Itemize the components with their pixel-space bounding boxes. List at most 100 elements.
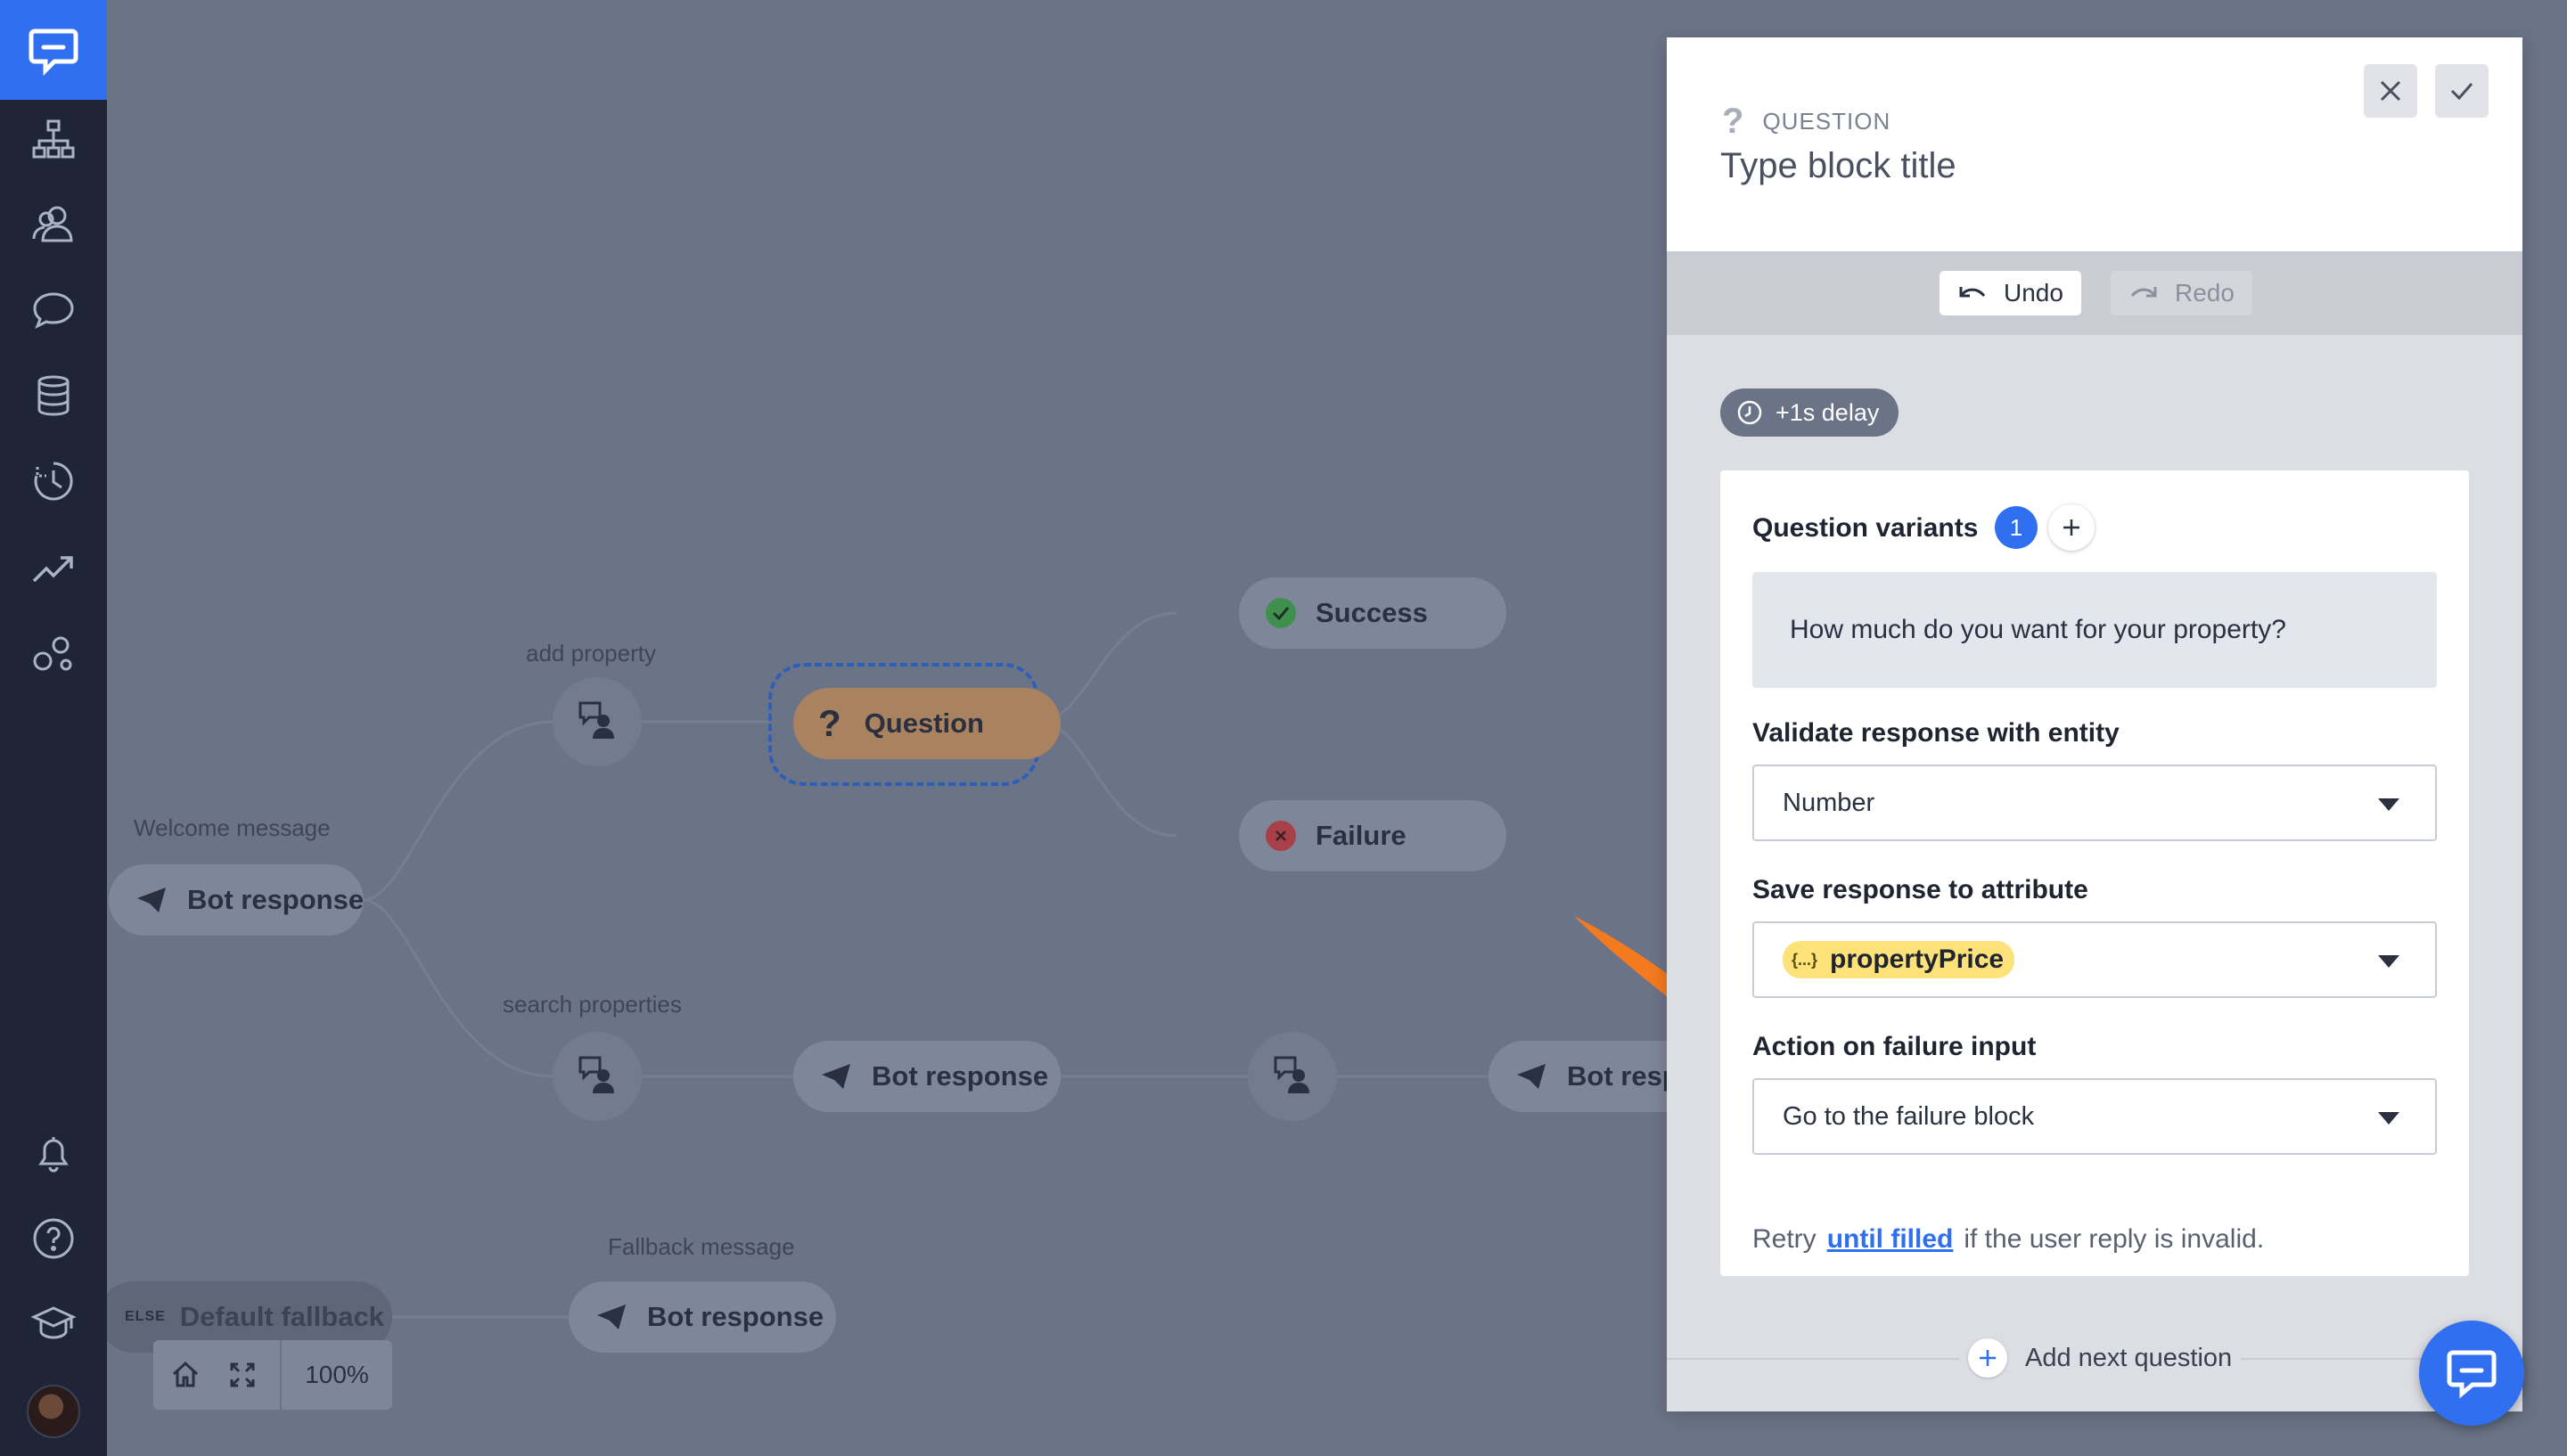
search-bot-response-node[interactable]: Bot response — [793, 1041, 1061, 1112]
home-icon[interactable] — [157, 1340, 214, 1410]
node-title: Bot response — [187, 884, 365, 915]
users-icon[interactable] — [27, 198, 80, 251]
academy-icon[interactable] — [27, 1297, 80, 1351]
chevron-down-icon — [2378, 1112, 2399, 1125]
check-icon — [1266, 598, 1296, 628]
question-variant-input[interactable]: How much do you want for your property? — [1752, 572, 2437, 688]
undo-button[interactable]: Undo — [1940, 271, 2081, 315]
node-title: Question — [864, 708, 984, 739]
chat-widget-button[interactable] — [2419, 1321, 2524, 1426]
success-node[interactable]: Success — [1239, 577, 1506, 649]
help-icon[interactable] — [27, 1212, 80, 1265]
retry-suffix: if the user reply is invalid. — [1964, 1224, 2265, 1254]
undo-icon — [1959, 287, 1986, 298]
question-icon: ? — [818, 702, 841, 744]
variants-label: Question variants — [1752, 513, 1979, 543]
plus-icon — [2063, 519, 2079, 536]
chat-icon — [2447, 1350, 2497, 1399]
failure-action-select[interactable]: Go to the failure block — [1752, 1078, 2437, 1155]
save-attribute-label: Save response to attribute — [1752, 875, 2088, 904]
close-button[interactable] — [2364, 64, 2417, 118]
node-title: Bot resp — [1567, 1060, 1667, 1092]
search-properties-label: search properties — [503, 991, 682, 1018]
chat-icon[interactable] — [27, 283, 80, 337]
chevron-down-icon — [2378, 798, 2399, 811]
fit-screen-icon[interactable] — [214, 1340, 271, 1410]
validate-label: Validate response with entity — [1752, 718, 2120, 748]
user-input-node[interactable] — [553, 677, 642, 766]
delay-badge[interactable]: +1s delay — [1720, 389, 1899, 437]
add-next-question-button[interactable]: Add next question — [1959, 1338, 2242, 1378]
failure-action-label: Action on failure input — [1752, 1032, 2037, 1061]
failure-node[interactable]: Failure — [1239, 800, 1506, 871]
zoom-controls: 100% — [153, 1340, 392, 1410]
node-title: Success — [1316, 597, 1428, 628]
flow-icon[interactable] — [27, 112, 80, 166]
redo-label: Redo — [2175, 279, 2235, 307]
logo-icon[interactable] — [0, 0, 107, 100]
block-editor-panel: ? QUESTION Type block title Undo Redo +1… — [1667, 37, 2522, 1411]
question-icon: ? — [1722, 102, 1745, 141]
database-icon[interactable] — [27, 369, 80, 422]
fallback-label: Fallback message — [608, 1233, 795, 1260]
attribute-icon: {...} — [1792, 950, 1818, 969]
redo-button[interactable]: Redo — [2111, 271, 2252, 315]
add-variant-button[interactable] — [2048, 504, 2095, 551]
avatar[interactable] — [27, 1385, 80, 1438]
entity-select[interactable]: Number — [1752, 765, 2437, 841]
block-title-input[interactable]: Type block title — [1720, 146, 1956, 186]
user-input-icon — [575, 1052, 619, 1101]
user-input-node[interactable] — [1248, 1032, 1337, 1121]
node-title: Default fallback — [179, 1301, 384, 1332]
node-title: Bot response — [872, 1060, 1049, 1092]
analytics-icon[interactable] — [27, 540, 80, 593]
retry-mode-link[interactable]: until filled — [1827, 1224, 1954, 1254]
chevron-down-icon — [2378, 955, 2399, 968]
undo-label: Undo — [2004, 279, 2063, 307]
question-node[interactable]: ? Question — [793, 688, 1061, 759]
attribute-select[interactable]: {...} propertyPrice — [1752, 921, 2437, 998]
fallback-bot-response-node[interactable]: Bot response — [569, 1281, 836, 1353]
failure-action-value: Go to the failure block — [1783, 1101, 2035, 1131]
user-input-icon — [1270, 1052, 1315, 1101]
zoom-level[interactable]: 100% — [282, 1361, 392, 1389]
sidebar — [0, 0, 107, 1456]
block-type: ? QUESTION — [1722, 102, 1890, 142]
variants-count-badge: 1 — [1995, 506, 2038, 549]
user-input-icon — [575, 698, 619, 747]
search-bot-response-node-2[interactable]: Bot resp — [1489, 1041, 1667, 1112]
close-icon — [2380, 80, 2401, 102]
user-input-node[interactable] — [553, 1032, 642, 1121]
add-next-question: Add next question — [1667, 1322, 2522, 1394]
confirm-button[interactable] — [2435, 64, 2489, 118]
flow-canvas[interactable]: Welcome message Bot response add propert… — [107, 0, 1667, 1456]
block-type-label: QUESTION — [1762, 108, 1891, 135]
panel-header: ? QUESTION Type block title — [1667, 37, 2522, 251]
delay-label: +1s delay — [1776, 398, 1880, 426]
send-icon — [595, 1303, 627, 1331]
add-property-label: add property — [526, 640, 656, 667]
history-icon[interactable] — [27, 454, 80, 508]
node-title: Bot response — [647, 1301, 824, 1332]
else-tag: ELSE — [125, 1309, 166, 1324]
add-next-question-label: Add next question — [2025, 1343, 2233, 1372]
close-icon — [1266, 821, 1296, 851]
node-title: Failure — [1316, 820, 1407, 851]
check-icon — [2450, 83, 2473, 101]
bell-icon[interactable] — [27, 1126, 80, 1180]
welcome-label: Welcome message — [134, 814, 331, 841]
send-icon — [135, 886, 168, 914]
attribute-name: propertyPrice — [1830, 945, 2005, 974]
welcome-bot-response-node[interactable]: Bot response — [109, 864, 364, 936]
plus-icon — [1968, 1338, 2007, 1378]
entity-select-value: Number — [1783, 788, 1875, 817]
redo-icon — [2130, 287, 2157, 298]
send-icon — [1515, 1062, 1547, 1091]
clock-icon — [1737, 400, 1762, 425]
question-card: Question variants 1 How much do you want… — [1720, 470, 2469, 1276]
integrations-icon[interactable] — [27, 626, 80, 679]
send-icon — [820, 1062, 852, 1091]
history-toolbar: Undo Redo — [1667, 251, 2522, 335]
attribute-chip: {...} propertyPrice — [1783, 941, 2015, 978]
retry-prefix: Retry — [1752, 1224, 1817, 1254]
